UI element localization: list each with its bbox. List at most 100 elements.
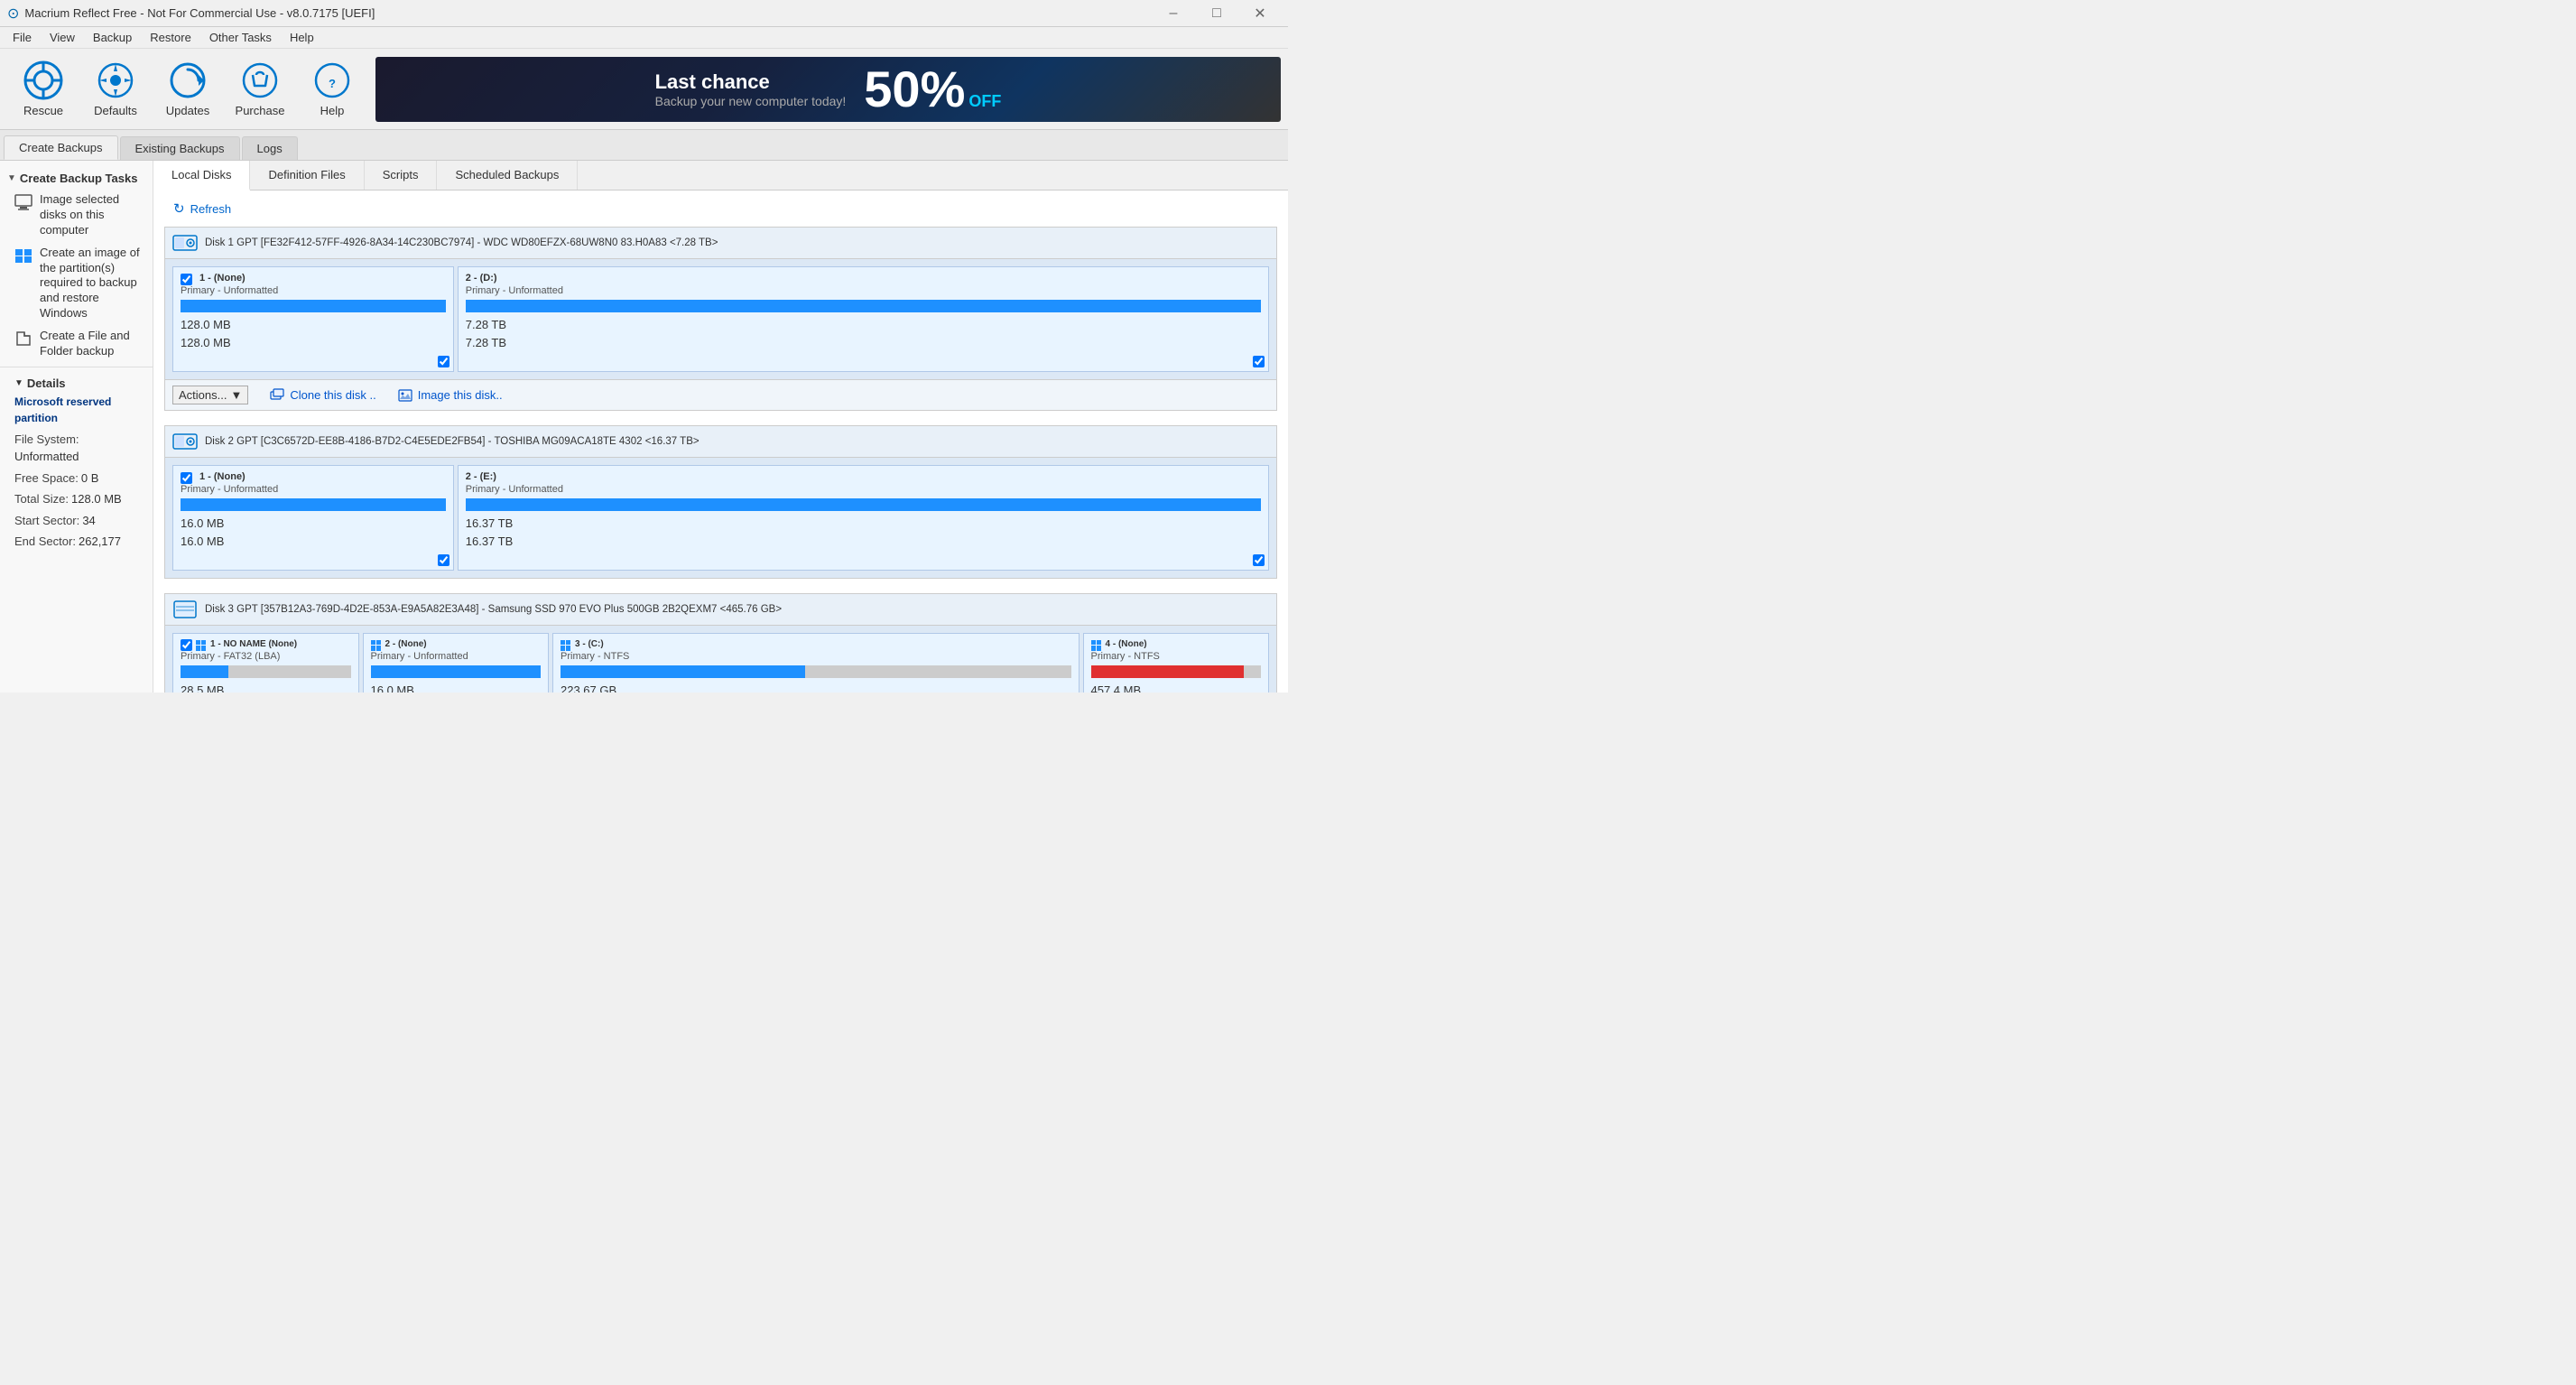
windows-icon — [14, 246, 32, 265]
d1p1-checkbox[interactable] — [181, 274, 192, 285]
clone-disk1-label: Clone this disk .. — [290, 388, 375, 402]
disk1-header: Disk 1 GPT [FE32F412-57FF-4926-8A34-14C2… — [165, 228, 1276, 259]
d3p1-label: 1 - NO NAME (None) — [210, 639, 297, 649]
d3p4-sizes: 457.4 MB 505.0 MB — [1091, 682, 1262, 692]
d2p1-check2[interactable] — [438, 554, 449, 566]
refresh-button[interactable]: ↻ Refresh — [164, 198, 240, 219]
tab-local-disks[interactable]: Local Disks — [153, 161, 250, 191]
disk3-partitions: 1 - NO NAME (None) Primary - FAT32 (LBA)… — [165, 626, 1276, 692]
disk2-partitions: 1 - (None) Primary - Unformatted 16.0 MB… — [165, 458, 1276, 578]
clone-disk1-link[interactable]: Clone this disk .. — [270, 388, 375, 403]
partition-name: Microsoft reserved partition — [7, 392, 145, 429]
actions-dropdown-icon: ▼ — [230, 388, 242, 402]
title-bar: ⊙ Macrium Reflect Free - Not For Commerc… — [0, 0, 1288, 27]
d3p3-sizes: 223.67 GB 465.15 GB — [561, 682, 1071, 692]
d1p1-size1: 128.0 MB — [181, 316, 446, 334]
maximize-button[interactable]: □ — [1196, 0, 1237, 27]
arrow-icon: ▼ — [7, 173, 16, 183]
disk3-partition4: 4 - (None) Primary - NTFS 457.4 MB 505.0… — [1083, 633, 1270, 692]
ad-headline: Last chance — [655, 70, 847, 94]
image-disks-label: Image selected disks on this computer — [40, 192, 145, 238]
menu-view[interactable]: View — [41, 29, 84, 46]
d1p2-type: Primary - Unformatted — [466, 285, 1261, 296]
menu-restore[interactable]: Restore — [141, 29, 200, 46]
detail-end-sector: End Sector: 262,177 — [7, 531, 145, 553]
d3p4-win-icon — [1091, 640, 1102, 651]
rescue-button[interactable]: Rescue — [7, 53, 79, 125]
d2p1-type: Primary - Unformatted — [181, 484, 446, 495]
d1p2-header: 2 - (D:) — [466, 273, 1261, 285]
detail-free-space: Free Space: 0 B — [7, 468, 145, 489]
sidebar-item-image-partition[interactable]: Create an image of the partition(s) requ… — [0, 242, 153, 325]
menu-help[interactable]: Help — [281, 29, 323, 46]
actions-dropdown-disk1[interactable]: Actions... ▼ — [172, 386, 248, 404]
tab-definition-files[interactable]: Definition Files — [250, 161, 364, 190]
d1p1-label: 1 - (None) — [199, 273, 246, 284]
file-icon — [14, 330, 32, 348]
d3p1-checkbox[interactable] — [181, 639, 192, 651]
content-area: ▼ Create Backup Tasks Image selected dis… — [0, 161, 1288, 692]
disk3-container: Disk 3 GPT [357B12A3-769D-4D2E-853A-E9A5… — [164, 593, 1277, 692]
d1p2-check2[interactable] — [1253, 356, 1265, 367]
main-tabs: Create Backups Existing Backups Logs — [0, 130, 1288, 161]
d3p1-sizes: 28.5 MB 100.0 MB — [181, 682, 351, 692]
d3p1-type: Primary - FAT32 (LBA) — [181, 651, 351, 662]
ad-offer: 50% OFF — [864, 64, 1001, 115]
ad-banner[interactable]: Last chance Backup your new computer tod… — [375, 57, 1281, 122]
updates-button[interactable]: Updates — [152, 53, 224, 125]
d3p3-size1: 223.67 GB — [561, 682, 1071, 692]
tab-scheduled-backups[interactable]: Scheduled Backups — [437, 161, 578, 190]
sidebar-item-image-disks[interactable]: Image selected disks on this computer — [0, 189, 153, 242]
disk1-actions: Actions... ▼ Clone this disk .. — [165, 379, 1276, 410]
ad-off: OFF — [968, 92, 1001, 111]
disk2-header-text: Disk 2 GPT [C3C6572D-EE8B-4186-B7D2-C4E5… — [205, 436, 700, 447]
menu-other-tasks[interactable]: Other Tasks — [200, 29, 281, 46]
tab-scripts[interactable]: Scripts — [365, 161, 438, 190]
close-button[interactable]: ✕ — [1239, 0, 1281, 27]
tab-existing-backups[interactable]: Existing Backups — [120, 136, 240, 160]
d1p1-check2[interactable] — [438, 356, 449, 367]
help-label: Help — [320, 104, 345, 117]
sidebar-item-file-folder[interactable]: Create a File and Folder backup — [0, 325, 153, 363]
d3p4-label: 4 - (None) — [1106, 639, 1147, 649]
d3p1-header-row: 1 - NO NAME (None) — [181, 639, 351, 651]
d2p1-size2: 16.0 MB — [181, 533, 446, 551]
purchase-label: Purchase — [236, 104, 285, 117]
create-backup-tasks-header[interactable]: ▼ Create Backup Tasks — [0, 168, 153, 189]
d3p2-label: 2 - (None) — [385, 639, 427, 649]
d1p1-size2: 128.0 MB — [181, 334, 446, 352]
defaults-button[interactable]: Defaults — [79, 53, 152, 125]
help-button[interactable]: ? Help — [296, 53, 368, 125]
d2p2-size1: 16.37 TB — [466, 515, 1261, 533]
menu-backup[interactable]: Backup — [84, 29, 141, 46]
purchase-icon — [240, 60, 280, 100]
d3p3-bar-fill — [561, 665, 805, 678]
updates-label: Updates — [166, 104, 209, 117]
image-disk1-link[interactable]: Image this disk.. — [398, 388, 503, 403]
refresh-icon: ↻ — [173, 200, 185, 217]
d2p1-header-row: 1 - (None) — [181, 471, 446, 484]
sidebar-details: ▼ Details Microsoft reserved partition F… — [0, 367, 153, 560]
d2p2-type: Primary - Unformatted — [466, 484, 1261, 495]
svg-text:?: ? — [329, 77, 336, 90]
detail-total-size: Total Size: 128.0 MB — [7, 488, 145, 510]
d1p2-size1: 7.28 TB — [466, 316, 1261, 334]
tab-create-backups[interactable]: Create Backups — [4, 135, 118, 160]
ad-text: Last chance Backup your new computer tod… — [655, 70, 847, 108]
sidebar: ▼ Create Backup Tasks Image selected dis… — [0, 161, 153, 692]
tab-logs[interactable]: Logs — [242, 136, 298, 160]
d3p1-bar — [181, 665, 351, 678]
d1p2-bar — [466, 300, 1261, 312]
d2p1-label: 1 - (None) — [199, 471, 246, 482]
d2p2-header-row: 2 - (E:) — [466, 471, 1261, 484]
d2p2-check2[interactable] — [1253, 554, 1265, 566]
d2p2-size2: 16.37 TB — [466, 533, 1261, 551]
minimize-button[interactable]: – — [1153, 0, 1194, 27]
details-arrow-icon: ▼ — [14, 378, 23, 388]
computer-icon — [14, 193, 32, 211]
clone-icon — [270, 388, 284, 403]
menu-file[interactable]: File — [4, 29, 41, 46]
d2p1-checkbox[interactable] — [181, 472, 192, 484]
defaults-label: Defaults — [94, 104, 137, 117]
purchase-button[interactable]: Purchase — [224, 53, 296, 125]
